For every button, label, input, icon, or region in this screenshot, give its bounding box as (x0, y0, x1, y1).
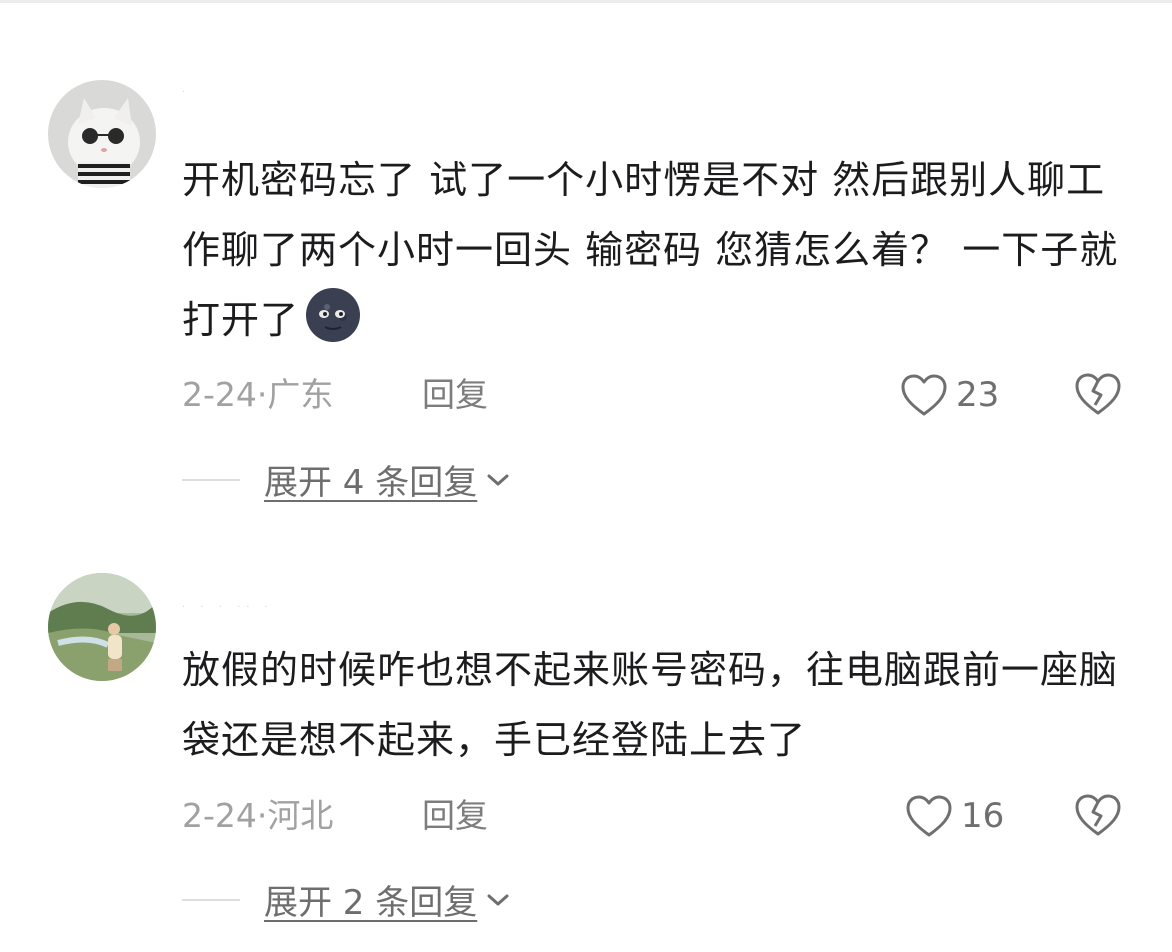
heart-icon (906, 795, 952, 837)
expand-replies-row[interactable]: 展开 2 条回复 (182, 875, 511, 924)
chevron-down-icon (487, 894, 509, 905)
broken-heart-icon[interactable] (1074, 371, 1122, 417)
username[interactable]: · (182, 90, 342, 96)
expand-replies-link[interactable]: 展开 4 条回复 (264, 455, 477, 504)
avatar[interactable] (48, 573, 156, 681)
new-moon-face-icon (306, 288, 361, 342)
broken-heart-icon[interactable] (1074, 792, 1122, 838)
meta-dot: · (256, 375, 268, 414)
avatar[interactable] (48, 80, 156, 188)
like-count: 16 (961, 796, 1005, 836)
expand-replies-link[interactable]: 展开 2 条回复 (264, 875, 477, 924)
comment-location: 河北 (267, 796, 334, 835)
like-button[interactable]: 23 (900, 373, 999, 417)
heart-icon (901, 374, 947, 416)
expand-replies-row[interactable]: 展开 4 条回复 (182, 455, 511, 504)
expand-divider (182, 478, 240, 481)
chevron-down-icon (487, 474, 509, 485)
comment-location: 广东 (267, 375, 334, 414)
comment-date: 2-24 (182, 796, 257, 835)
comment-text: 开机密码忘了 试了一个小时愣是不对 然后跟别人聊工作聊了两个小时一回头 输密码 … (182, 145, 1132, 355)
expand-divider (182, 898, 240, 901)
reply-button[interactable]: 回复 (422, 375, 488, 415)
like-button[interactable]: 16 (905, 794, 1004, 838)
comment-text: 放假的时候咋也想不起来账号密码，往电脑跟前一座脑袋还是想不起来，手已经登陆上去了 (182, 648, 1119, 762)
like-count: 23 (956, 375, 1000, 415)
comment-meta: 2-24·广东 (182, 375, 333, 415)
meta-dot: · (256, 796, 268, 835)
comment-date: 2-24 (182, 375, 257, 414)
top-divider (0, 0, 1172, 3)
username[interactable]: · · · ·· · (182, 605, 342, 611)
comment-meta: 2-24·河北 (182, 796, 333, 836)
reply-button[interactable]: 回复 (422, 796, 488, 836)
